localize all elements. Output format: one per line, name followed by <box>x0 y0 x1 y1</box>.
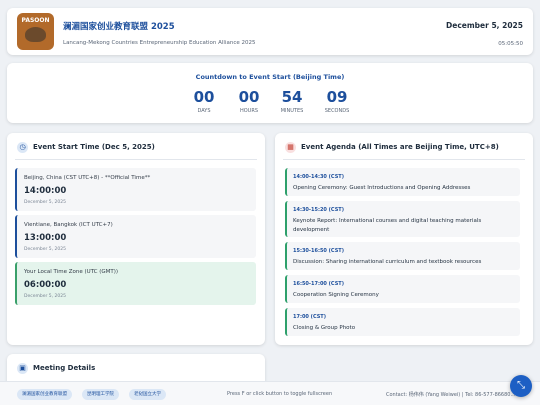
countdown-days-label: DAYS <box>197 108 211 114</box>
timezone-beijing: Beijing, China (CST UTC+8) - **Official … <box>15 168 256 211</box>
timezone-time: 13:00:00 <box>24 233 67 243</box>
countdown-minutes-value: 54 <box>281 88 303 106</box>
countdown-hours-value: 00 <box>238 88 260 106</box>
agenda-item: 16:50-17:00 (CST) Cooperation Signing Ce… <box>285 275 520 303</box>
agenda-item: 14:30-15:20 (CST) Keynote Report: Intern… <box>285 201 520 237</box>
current-date: December 5, 2025 <box>446 21 523 30</box>
countdown-panel: Countdown to Event Start (Beijing Time) … <box>7 63 533 123</box>
logo-emblem <box>25 27 46 42</box>
countdown-seconds: 09 SECONDS <box>317 88 357 114</box>
agenda-time: 14:00-14:30 (CST) <box>293 174 344 180</box>
agenda-time: 15:30-16:50 (CST) <box>293 248 344 254</box>
clock-icon: ◷ <box>17 142 28 153</box>
timezone-date: December 5, 2025 <box>24 247 66 252</box>
timezone-label: Beijing, China (CST UTC+8) - **Official … <box>24 175 151 181</box>
agenda-desc: Cooperation Signing Ceremony <box>293 292 379 298</box>
event-start-title: Event Start Time (Dec 5, 2025) <box>33 143 155 151</box>
agenda-item: 14:00-14:30 (CST) Opening Ceremony: Gues… <box>285 168 520 196</box>
agenda-header: ▦ Event Agenda (All Times are Beijing Ti… <box>283 140 525 160</box>
agenda-item: 15:30-16:50 (CST) Discussion: Sharing in… <box>285 242 520 270</box>
page-title: 澜湄国家创业教育联盟 2025 <box>63 22 175 32</box>
page-subtitle: Lancang-Mekong Countries Entrepreneurshi… <box>63 40 256 46</box>
event-start-card: ◷ Event Start Time (Dec 5, 2025) Beijing… <box>7 133 265 345</box>
agenda-item: 17:00 (CST) Closing & Group Photo <box>285 308 520 336</box>
expand-icon: ⤡ <box>517 380 525 391</box>
fullscreen-hint: Press F or click button to toggle fullsc… <box>227 391 333 397</box>
agenda-card: ▦ Event Agenda (All Times are Beijing Ti… <box>275 133 533 345</box>
countdown-minutes-label: MINUTES <box>280 108 304 114</box>
agenda-desc: Opening Ceremony: Guest Introductions an… <box>293 185 471 191</box>
event-start-header: ◷ Event Start Time (Dec 5, 2025) <box>15 140 257 160</box>
header-bar: PASOON 澜湄国家创业教育联盟 2025 Lancang-Mekong Co… <box>7 8 533 55</box>
agenda-desc: Keynote Report: International courses an… <box>293 218 482 233</box>
logo-text: PASOON <box>21 17 50 24</box>
agenda-desc: Discussion: Sharing international curric… <box>293 259 482 265</box>
countdown-title: Countdown to Event Start (Beijing Time) <box>195 73 345 81</box>
countdown-days-value: 00 <box>193 88 215 106</box>
alliance-logo: PASOON <box>17 13 54 50</box>
agenda-time: 16:50-17:00 (CST) <box>293 281 344 287</box>
contact-info: Contact: 杨伟伟 (Yang Weiwei) | Tel: 86-577… <box>386 392 516 398</box>
fullscreen-button[interactable]: ⤡ <box>510 375 532 397</box>
agenda-title: Event Agenda (All Times are Beijing Time… <box>301 143 499 151</box>
countdown-seconds-label: SECONDS <box>324 108 350 114</box>
current-clock: 05:05:50 <box>498 41 523 47</box>
countdown-seconds-value: 09 <box>326 88 348 106</box>
countdown-hours-label: HOURS <box>239 108 258 114</box>
countdown-days: 00 DAYS <box>184 88 224 114</box>
agenda-time: 14:30-15:20 (CST) <box>293 207 344 213</box>
timezone-date: December 5, 2025 <box>24 200 66 205</box>
timezone-date: December 5, 2025 <box>24 294 66 299</box>
countdown-hours: 00 HOURS <box>229 88 269 114</box>
meeting-details-title: Meeting Details <box>33 364 96 372</box>
timezone-label: Your Local Time Zone (UTC (GMT)) <box>24 269 119 275</box>
meeting-details-header: ▣ Meeting Details <box>15 361 257 381</box>
timezone-label: Vientiane, Bangkok (ICT UTC+7) <box>24 222 113 228</box>
footer-link-laos-university[interactable]: 老挝国立大学 <box>129 389 166 400</box>
agenda-time: 17:00 (CST) <box>293 314 327 320</box>
timezone-time: 14:00:00 <box>24 186 67 196</box>
calendar-icon: ▦ <box>285 142 296 153</box>
timezone-local: Your Local Time Zone (UTC (GMT)) 06:00:0… <box>15 262 256 305</box>
footer-link-kunming[interactable]: 昆明理工学院 <box>82 389 119 400</box>
timezone-time: 06:00:00 <box>24 280 67 290</box>
footer-bar: 澜湄国家创业教育联盟 昆明理工学院 老挝国立大学 Press F or clic… <box>0 381 540 405</box>
footer-link-alliance[interactable]: 澜湄国家创业教育联盟 <box>17 389 72 400</box>
agenda-desc: Closing & Group Photo <box>293 325 356 331</box>
timezone-vientiane-bangkok: Vientiane, Bangkok (ICT UTC+7) 13:00:00 … <box>15 215 256 258</box>
countdown-minutes: 54 MINUTES <box>272 88 312 114</box>
laptop-icon: ▣ <box>17 363 28 374</box>
